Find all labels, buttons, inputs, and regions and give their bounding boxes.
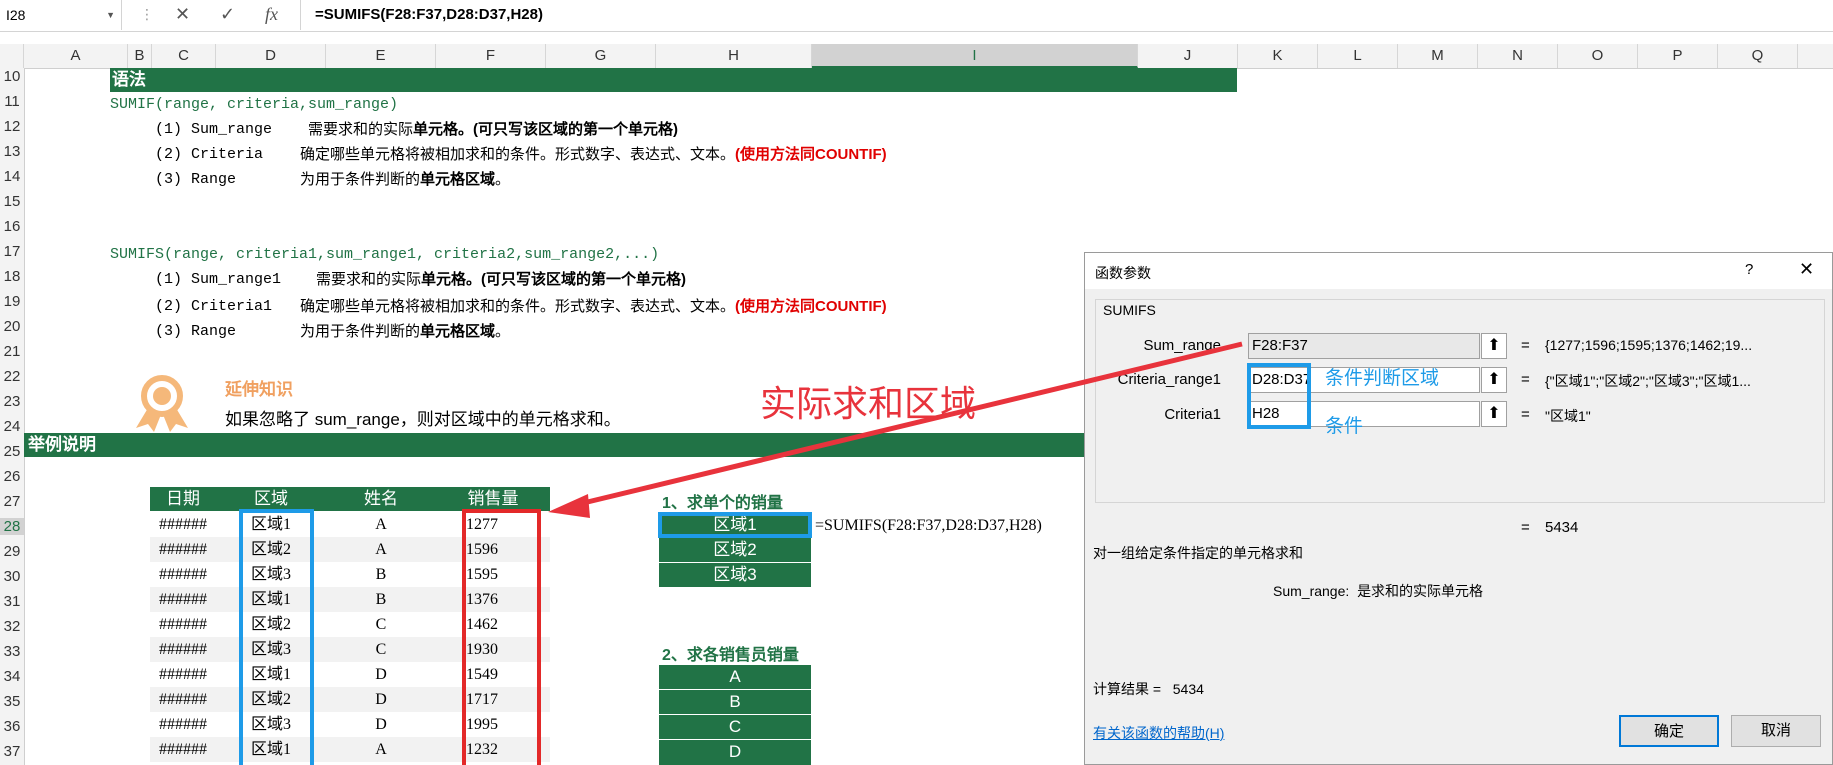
- pointer-arrow: [574, 341, 1243, 508]
- arrow-head-icon: [548, 494, 590, 518]
- arrow-overlay: [548, 341, 1243, 518]
